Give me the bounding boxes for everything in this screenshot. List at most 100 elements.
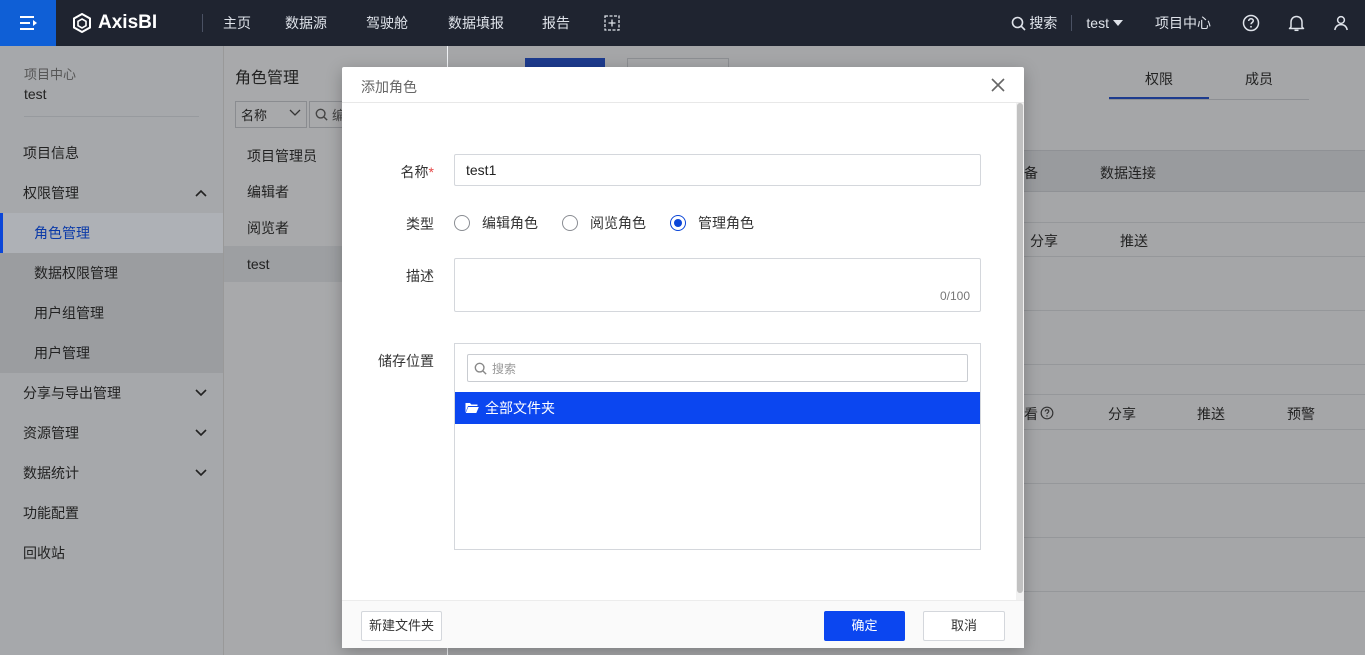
detail-tabs: 权限 成员: [1109, 64, 1309, 100]
chevron-up-icon: [195, 189, 207, 197]
name-label: 名称*: [342, 162, 434, 182]
storage-label: 储存位置: [378, 353, 434, 369]
sidebar-item-user-group[interactable]: 用户组管理: [0, 293, 223, 333]
role-filter-value: 名称: [241, 108, 268, 123]
sidebar-item-resource[interactable]: 资源管理: [0, 413, 223, 453]
tab-members[interactable]: 成员: [1209, 64, 1309, 99]
caret-down-icon: [1113, 20, 1123, 26]
nav-datasource[interactable]: 数据源: [266, 0, 346, 46]
radio-circle: [670, 215, 686, 231]
help-icon[interactable]: [1040, 406, 1054, 420]
sidebar-item-label: 项目信息: [23, 145, 79, 161]
table-cell: 分享: [1030, 233, 1058, 249]
radio-label: 管理角色: [698, 215, 754, 231]
chevron-down-icon: [195, 469, 207, 477]
project-center-label: 项目中心: [1155, 15, 1211, 31]
radio-view-role[interactable]: 阅览角色: [562, 213, 646, 233]
table-cell: 看: [1024, 406, 1038, 422]
sidebar-item-data-permission[interactable]: 数据权限管理: [0, 253, 223, 293]
nav-cockpit[interactable]: 驾驶舱: [346, 0, 428, 46]
add-tab-button[interactable]: [588, 0, 636, 46]
search-icon: [474, 362, 487, 375]
radio-circle: [454, 215, 470, 231]
project-center-link[interactable]: 项目中心: [1138, 0, 1228, 46]
notification-button[interactable]: [1274, 0, 1319, 46]
sidebar-item-label: 用户管理: [34, 345, 90, 361]
close-icon[interactable]: [990, 77, 1006, 93]
table-cell: 预警: [1287, 406, 1315, 422]
folder-search-input[interactable]: 搜索: [467, 354, 968, 382]
top-right-actions: 搜索 test 项目中心: [997, 0, 1365, 46]
header-cell: 数据连接: [1100, 165, 1156, 181]
radio-admin-role[interactable]: 管理角色: [670, 213, 754, 233]
chevron-down-icon: [195, 389, 207, 397]
radio-circle: [562, 215, 578, 231]
tab-permission[interactable]: 权限: [1109, 64, 1209, 99]
nav-data-fill[interactable]: 数据填报: [428, 0, 524, 46]
sidebar-item-recycle[interactable]: 回收站: [0, 533, 223, 573]
dialog-scrollbar[interactable]: [1016, 103, 1024, 601]
app-logo[interactable]: AxisBI: [72, 0, 157, 46]
sidebar-item-label: 角色管理: [34, 225, 90, 241]
radio-label: 编辑角色: [482, 215, 538, 231]
table-cell: 分享: [1108, 406, 1136, 422]
role-filter-select[interactable]: 名称: [235, 101, 307, 128]
sidebar-item-label: 资源管理: [23, 425, 79, 441]
required-mark: *: [428, 164, 434, 180]
role-name-input[interactable]: [454, 154, 981, 186]
top-bar: AxisBI 主页 数据源 驾驶舱 数据填报 报告 搜索 test 项目中心: [0, 0, 1365, 46]
sidebar-divider: [24, 116, 199, 117]
name-label-text: 名称: [400, 164, 429, 180]
account-button[interactable]: [1319, 0, 1365, 46]
role-type-radio-group: 编辑角色 阅览角色 管理角色: [454, 213, 778, 233]
cancel-button[interactable]: 取消: [923, 611, 1005, 641]
sidebar-item-label: 功能配置: [23, 505, 79, 521]
sidebar-item-role[interactable]: 角色管理: [0, 213, 223, 253]
table-cell: 推送: [1120, 233, 1148, 249]
add-role-dialog: 添加角色 名称* 类型 编辑角色 阅览角色 管理角色 描述 0/100 储存位置: [342, 67, 1024, 648]
radio-label: 阅览角色: [590, 215, 646, 231]
sidebar-item-label: 数据权限管理: [34, 265, 118, 281]
sidebar-item-project-info[interactable]: 项目信息: [0, 133, 223, 173]
new-folder-button[interactable]: 新建文件夹: [361, 611, 442, 641]
folder-open-icon: [465, 402, 479, 414]
sidebar-item-share-export[interactable]: 分享与导出管理: [0, 373, 223, 413]
dialog-footer: 新建文件夹 确定 取消: [342, 600, 1024, 648]
sidebar-item-label: 回收站: [23, 545, 65, 561]
sidebar-item-stats[interactable]: 数据统计: [0, 453, 223, 493]
search-label: 搜索: [1029, 15, 1058, 31]
folder-item-label: 全部文件夹: [485, 400, 555, 416]
help-button[interactable]: [1228, 0, 1274, 46]
table-cell: 推送: [1197, 406, 1225, 422]
description-textarea[interactable]: 0/100: [454, 258, 981, 312]
char-counter: 0/100: [939, 289, 970, 303]
nav-home[interactable]: 主页: [208, 0, 266, 46]
role-panel-title: 角色管理: [235, 70, 300, 87]
scrollbar-thumb[interactable]: [1017, 103, 1023, 593]
sidebar-item-label: 用户组管理: [34, 305, 104, 321]
chevron-down-icon: [195, 429, 207, 437]
sidebar-item-permission[interactable]: 权限管理: [0, 173, 223, 213]
header-cell: 备: [1024, 165, 1038, 181]
radio-edit-role[interactable]: 编辑角色: [454, 213, 538, 233]
sidebar-item-user[interactable]: 用户管理: [0, 333, 223, 373]
folder-item-all[interactable]: 全部文件夹: [455, 392, 980, 424]
menu-toggle-button[interactable]: [0, 0, 56, 46]
sidebar-subtitle: 项目中心: [24, 67, 77, 82]
sidebar-header: 项目中心 test: [0, 46, 223, 116]
global-search-button[interactable]: 搜索: [997, 0, 1071, 46]
dialog-header: 添加角色: [342, 67, 1024, 103]
logo-divider: [202, 14, 203, 32]
type-label: 类型: [406, 216, 434, 232]
search-icon: [1012, 16, 1026, 31]
main-nav: 主页 数据源 驾驶舱 数据填报 报告: [208, 0, 636, 46]
confirm-button[interactable]: 确定: [824, 611, 905, 641]
nav-report[interactable]: 报告: [524, 0, 588, 46]
search-icon: [315, 108, 328, 121]
sidebar-item-label: 数据统计: [23, 465, 79, 481]
user-dropdown[interactable]: test: [1072, 0, 1138, 46]
bell-icon: [1288, 15, 1305, 32]
sidebar-menu: 项目信息 权限管理 角色管理 数据权限管理 用户组管理 用户管理 分享与导出管理…: [0, 133, 223, 573]
sidebar-item-feature[interactable]: 功能配置: [0, 493, 223, 533]
dialog-title: 添加角色: [361, 79, 417, 95]
